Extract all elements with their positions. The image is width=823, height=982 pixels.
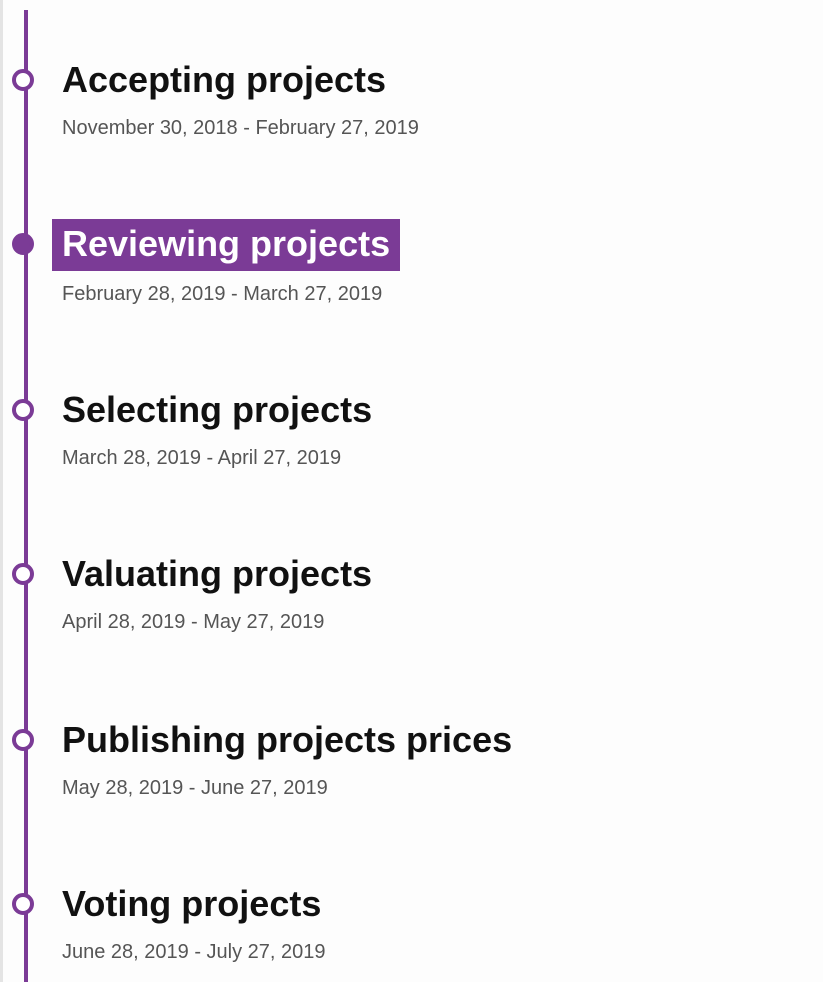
page-left-border <box>0 0 3 982</box>
phase-title-voting[interactable]: Voting projects <box>62 881 321 927</box>
phase-marker-icon <box>12 893 34 915</box>
timeline-line <box>24 10 28 982</box>
phase-title-selecting[interactable]: Selecting projects <box>62 387 372 433</box>
phase-title-reviewing[interactable]: Reviewing projects <box>52 219 401 271</box>
phase-marker-icon <box>12 69 34 91</box>
phase-dates-publishing: May 28, 2019 - June 27, 2019 <box>62 777 328 799</box>
phase-marker-icon <box>12 563 34 585</box>
phase-dates-accepting: November 30, 2018 - February 27, 2019 <box>62 117 419 139</box>
phase-dates-selecting: March 28, 2019 - April 27, 2019 <box>62 447 342 469</box>
phase-title-valuating[interactable]: Valuating projects <box>62 551 372 597</box>
phase-marker-active-icon <box>12 233 34 255</box>
phase-dates-valuating: April 28, 2019 - May 27, 2019 <box>62 611 325 633</box>
phase-marker-icon <box>12 729 34 751</box>
phase-marker-icon <box>12 399 34 421</box>
phase-dates-reviewing: February 28, 2019 - March 27, 2019 <box>62 283 383 305</box>
phase-dates-voting: June 28, 2019 - July 27, 2019 <box>62 941 326 963</box>
phase-title-accepting[interactable]: Accepting projects <box>62 57 386 103</box>
phase-title-publishing[interactable]: Publishing projects prices <box>62 717 512 763</box>
